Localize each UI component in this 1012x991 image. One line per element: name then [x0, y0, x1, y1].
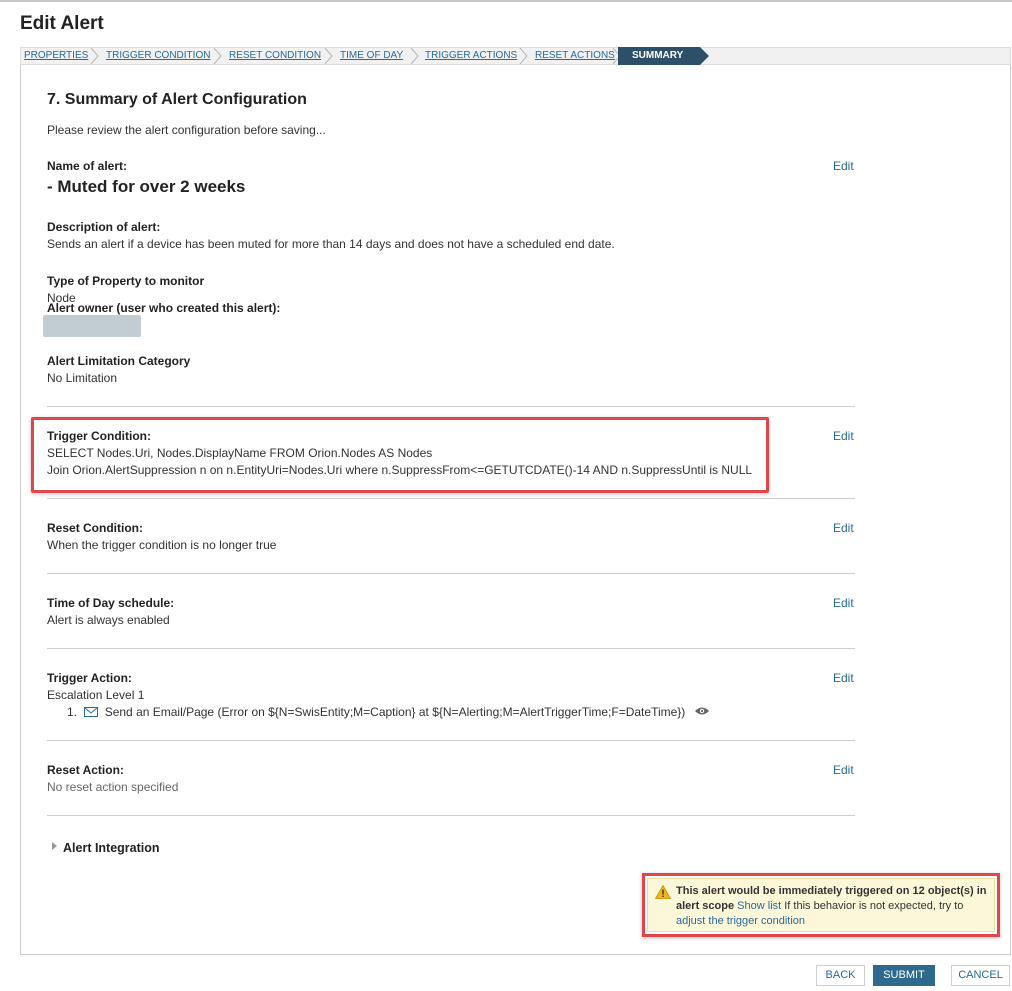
time-of-day-value: Alert is always enabled [47, 613, 170, 627]
escalation-level: Escalation Level 1 [47, 688, 145, 702]
reset-condition-label: Reset Condition: [47, 521, 143, 535]
edit-time-of-day-link[interactable]: Edit [833, 596, 854, 610]
envelope-icon [84, 707, 99, 717]
intro-text: Please review the alert configuration be… [47, 123, 326, 137]
trigger-action-text: Send an Email/Page (Error on ${N=SwisEnt… [104, 705, 686, 719]
description-label: Description of alert: [47, 220, 161, 234]
show-list-link[interactable]: Show list [737, 900, 781, 912]
divider [47, 815, 855, 816]
step-separator-icon [519, 48, 528, 64]
limitation-label: Alert Limitation Category [47, 354, 191, 368]
alert-integration-toggle[interactable]: Alert Integration [63, 841, 160, 855]
chevron-right-icon[interactable] [52, 842, 57, 850]
divider [47, 573, 855, 574]
page-title: Edit Alert [20, 13, 104, 34]
owner-redacted-value [43, 315, 141, 337]
cancel-button[interactable]: CANCEL [951, 965, 1010, 986]
step-trigger-condition[interactable]: TRIGGER CONDITION [106, 48, 210, 64]
warning-triangle-icon [655, 885, 671, 899]
edit-trigger-action-link[interactable]: Edit [833, 671, 854, 685]
divider [47, 406, 855, 407]
trigger-warning: This alert would be immediately triggere… [647, 878, 995, 932]
step-reset-condition[interactable]: RESET CONDITION [229, 48, 321, 64]
step-properties[interactable]: PROPERTIES [24, 48, 88, 64]
adjust-trigger-condition-link[interactable]: adjust the trigger condition [676, 915, 805, 927]
step-separator-icon [324, 48, 333, 64]
edit-name-link[interactable]: Edit [833, 159, 854, 173]
trigger-action-item: 1. Send an Email/Page (Error on ${N=Swis… [67, 705, 710, 719]
owner-label: Alert owner (user who created this alert… [47, 301, 281, 315]
step-separator-icon [213, 48, 222, 64]
divider [47, 740, 855, 741]
summary-panel: 7. Summary of Alert Configuration Please… [20, 65, 1011, 955]
warning-middle-text: If this behavior is not expected, try to [781, 900, 964, 912]
step-reset-actions[interactable]: RESET ACTIONS [535, 48, 615, 64]
alert-name-value: - Muted for over 2 weeks [47, 177, 246, 196]
edit-trigger-condition-link[interactable]: Edit [833, 429, 854, 443]
step-active-arrow-icon [700, 47, 709, 65]
step-separator-icon [410, 48, 419, 64]
reset-action-value: No reset action specified [47, 780, 179, 794]
wizard-steps: PROPERTIES TRIGGER CONDITION RESET CONDI… [20, 47, 1011, 65]
limitation-value: No Limitation [47, 371, 118, 385]
trigger-action-number: 1. [67, 705, 78, 719]
description-value: Sends an alert if a device has been mute… [47, 237, 615, 251]
name-label: Name of alert: [47, 159, 128, 173]
reset-action-label: Reset Action: [47, 763, 124, 777]
property-type-label: Type of Property to monitor [47, 274, 205, 288]
trigger-action-label: Trigger Action: [47, 671, 132, 685]
step-time-of-day[interactable]: TIME OF DAY [340, 48, 403, 64]
time-of-day-label: Time of Day schedule: [47, 596, 175, 610]
back-button[interactable]: BACK [816, 965, 865, 986]
edit-reset-condition-link[interactable]: Edit [833, 521, 854, 535]
eye-icon[interactable] [694, 706, 710, 716]
trigger-condition-highlight [31, 417, 769, 493]
divider [47, 498, 855, 499]
edit-reset-action-link[interactable]: Edit [833, 763, 854, 777]
reset-condition-value: When the trigger condition is no longer … [47, 538, 277, 552]
step-summary[interactable]: SUMMARY [618, 47, 700, 65]
step-separator-icon [90, 48, 99, 64]
divider [47, 648, 855, 649]
trigger-warning-highlight: This alert would be immediately triggere… [642, 873, 1000, 937]
submit-button[interactable]: SUBMIT [873, 965, 935, 986]
section-heading: 7. Summary of Alert Configuration [47, 91, 307, 108]
step-trigger-actions[interactable]: TRIGGER ACTIONS [425, 48, 517, 64]
